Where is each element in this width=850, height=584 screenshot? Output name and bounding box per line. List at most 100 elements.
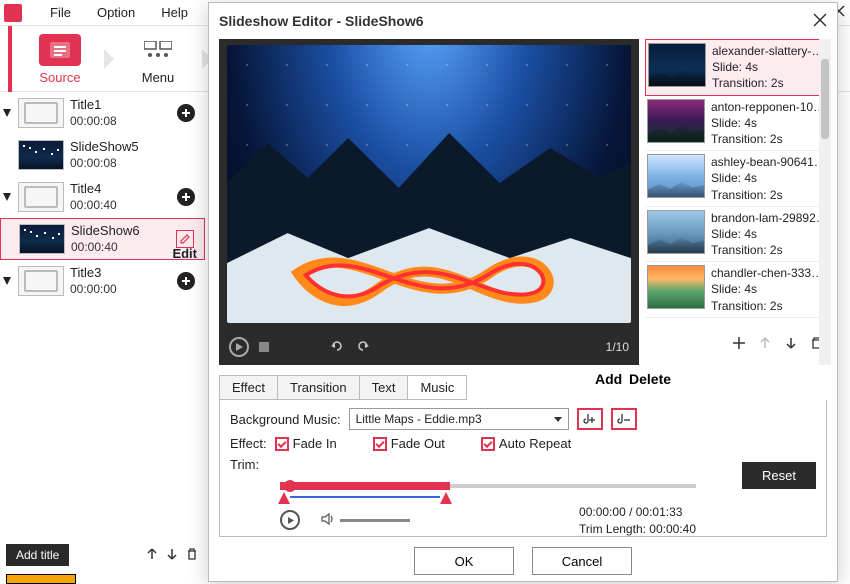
trim-start-handle[interactable] (284, 480, 296, 492)
add-source-button[interactable] (177, 104, 195, 122)
slide-thumbnail (647, 265, 705, 309)
delete-icon[interactable] (185, 547, 199, 564)
source-order-tools (145, 547, 199, 564)
tab-source[interactable]: Source (16, 32, 104, 85)
source-icon (39, 34, 81, 66)
slide-thumbnail (647, 210, 705, 254)
source-item-title3[interactable]: Edit Title3 00:00:00 (0, 260, 205, 302)
fade-out-checkbox[interactable]: Fade Out (373, 436, 445, 451)
annotation-delete: Delete (629, 371, 671, 387)
move-up-icon[interactable] (145, 547, 159, 564)
dialog-titlebar: Slideshow Editor - SlideShow6 (209, 3, 837, 39)
trim-play-button[interactable] (280, 510, 300, 530)
trim-time-info: 00:00:00 / 00:01:33 Trim Length: 00:00:4… (579, 504, 696, 538)
trim-length: Trim Length: 00:00:40 (579, 521, 696, 538)
source-list: Title1 00:00:08 SlideShow5 00:00:08 Titl… (0, 92, 205, 584)
tab-text[interactable]: Text (360, 376, 409, 399)
menu-help[interactable]: Help (157, 3, 192, 22)
move-slide-down-icon[interactable] (783, 335, 799, 354)
slide-row[interactable]: chandler-chen-3333… Slide: 4s Transition… (645, 262, 830, 318)
fade-in-checkbox[interactable]: Fade In (275, 436, 337, 451)
add-source-button[interactable] (177, 188, 195, 206)
trim-label: Trim: (230, 457, 259, 472)
slide-name: brandon-lam-29892… (711, 210, 828, 226)
slide-name: anton-repponen-10… (711, 99, 828, 115)
slide-list-scrollbar[interactable] (819, 39, 831, 365)
edit-annotation-label: Edit (172, 246, 197, 261)
effect-label: Effect: (230, 436, 267, 451)
checkbox-icon (275, 437, 289, 451)
slide-row[interactable]: anton-repponen-10… Slide: 4s Transition:… (645, 96, 830, 152)
slide-meta: anton-repponen-10… Slide: 4s Transition:… (711, 99, 828, 148)
trim-range (280, 482, 450, 490)
volume-control[interactable] (320, 512, 410, 529)
source-duration: 00:00:08 (70, 156, 201, 172)
expand-icon[interactable] (2, 109, 12, 117)
volume-track[interactable] (340, 519, 410, 522)
source-item-title1[interactable]: Title1 00:00:08 (0, 92, 205, 134)
fade-out-label: Fade Out (391, 436, 445, 451)
preview-area: 1/10 (219, 39, 639, 365)
bg-music-combo[interactable]: Little Maps - Eddie.mp3 (349, 408, 569, 430)
slide-meta: brandon-lam-29892… Slide: 4s Transition:… (711, 210, 828, 259)
add-music-button[interactable] (577, 408, 603, 430)
slide-list[interactable]: alexander-slattery-3… Slide: 4s Transiti… (645, 39, 831, 329)
add-title-button[interactable]: Add title (6, 544, 69, 566)
slide-duration: Slide: 4s (711, 170, 828, 186)
expand-icon[interactable] (2, 193, 12, 201)
slide-meta: chandler-chen-3333… Slide: 4s Transition… (711, 265, 828, 314)
slide-name: ashley-bean-90641-… (711, 154, 828, 170)
dialog-buttons: OK Cancel (209, 547, 837, 575)
move-down-icon[interactable] (165, 547, 179, 564)
slideshow-editor-dialog: Slideshow Editor - SlideShow6 (208, 2, 838, 582)
slide-row[interactable]: alexander-slattery-3… Slide: 4s Transiti… (645, 39, 830, 96)
delete-music-button[interactable] (611, 408, 637, 430)
slide-name: chandler-chen-3333… (711, 265, 828, 281)
menu-file[interactable]: File (46, 3, 75, 22)
slide-thumbnail (648, 43, 706, 87)
slide-meta: ashley-bean-90641-… Slide: 4s Transition… (711, 154, 828, 203)
slide-duration: Slide: 4s (711, 281, 828, 297)
fade-in-label: Fade In (293, 436, 337, 451)
thumbnail-placeholder (18, 266, 64, 296)
source-meta: SlideShow5 00:00:08 (70, 139, 201, 171)
source-item-slideshow5[interactable]: SlideShow5 00:00:08 (0, 134, 205, 176)
rotate-right-icon[interactable] (355, 338, 371, 357)
thumbnail-placeholder (18, 98, 64, 128)
ok-button[interactable]: OK (414, 547, 514, 575)
menu-option[interactable]: Option (93, 3, 139, 22)
slide-thumbnail (647, 154, 705, 198)
slide-row[interactable]: ashley-bean-90641-… Slide: 4s Transition… (645, 151, 830, 207)
tab-menu[interactable]: Menu (114, 32, 202, 85)
move-slide-up-icon[interactable] (757, 335, 773, 354)
source-item-title4[interactable]: Title4 00:00:40 (0, 176, 205, 218)
tab-transition[interactable]: Transition (278, 376, 360, 399)
add-source-button[interactable] (177, 272, 195, 290)
preview-play-button[interactable] (229, 337, 249, 357)
reset-button[interactable]: Reset (742, 462, 816, 489)
preview-stop-button[interactable] (259, 342, 269, 352)
rotate-left-icon[interactable] (329, 338, 345, 357)
trim-start-marker[interactable] (278, 492, 290, 504)
preview-frame (219, 39, 639, 329)
tab-music[interactable]: Music (408, 376, 466, 399)
trim-end-marker[interactable] (440, 492, 452, 504)
dialog-close-icon[interactable] (813, 13, 827, 30)
slide-duration: Slide: 4s (712, 59, 827, 75)
source-toolbar: Add title (6, 544, 199, 566)
expand-icon[interactable] (2, 277, 12, 285)
add-slide-icon[interactable] (731, 335, 747, 354)
slide-row[interactable]: brandon-lam-29892… Slide: 4s Transition:… (645, 207, 830, 263)
app-icon (4, 4, 22, 22)
tab-effect[interactable]: Effect (220, 376, 278, 399)
cancel-button[interactable]: Cancel (532, 547, 632, 575)
slide-transition: Transition: 2s (711, 187, 828, 203)
auto-repeat-checkbox[interactable]: Auto Repeat (481, 436, 571, 451)
slide-duration: Slide: 4s (711, 226, 828, 242)
trim-slider[interactable]: 00:00:00 / 00:01:33 Trim Length: 00:00:4… (230, 478, 816, 528)
music-tabs: Effect Transition Text Music (219, 375, 467, 400)
music-panel: Background Music: Little Maps - Eddie.mp… (219, 400, 827, 537)
timeline-title-chip[interactable] (6, 574, 76, 584)
tab-source-label: Source (16, 70, 104, 85)
volume-icon (320, 512, 334, 529)
